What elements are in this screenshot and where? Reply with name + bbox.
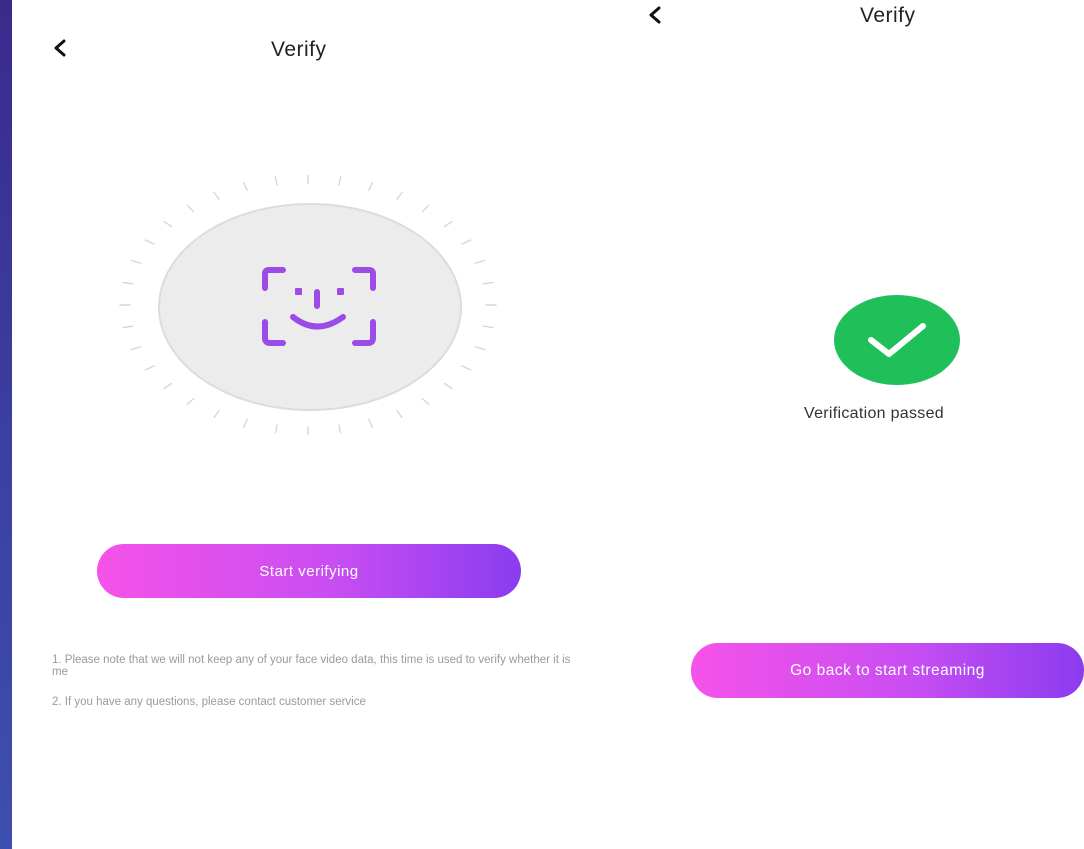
back-button[interactable] [640,0,670,30]
scan-ray [474,345,486,351]
scan-ray [213,191,220,200]
scan-ray [163,382,173,390]
scan-ray [144,365,155,371]
start-verifying-button[interactable]: Start verifying [97,544,521,598]
scan-ray [396,191,403,200]
scan-ray [144,239,155,245]
page-title: Verify [271,38,327,61]
scan-ray [482,281,494,285]
success-badge [834,295,960,385]
chevron-left-icon [54,39,66,57]
scan-ray [242,182,248,192]
scan-ray [163,220,173,228]
face-scan-icon [262,267,376,346]
scan-ray [122,325,134,329]
scan-ray [274,424,278,434]
scan-ray [368,418,373,428]
scan-ray [242,418,248,428]
scan-ray [338,176,342,186]
scan-ray [421,397,430,406]
scan-ray [186,397,195,406]
scan-ray [443,382,453,390]
scan-ray [482,325,494,329]
scan-ray [130,345,142,351]
scan-ray [461,365,472,371]
scan-ray [421,204,430,213]
checkmark-icon [868,323,926,357]
background-edge-strip [0,0,12,849]
scan-ray [461,239,472,245]
scan-ray [122,281,134,285]
scan-ray [338,424,342,434]
chevron-left-icon [649,6,661,24]
back-button[interactable] [45,33,75,63]
verify-screen: Verify Start verifying 1. Please note th… [12,0,620,849]
scan-ray [396,409,403,419]
scan-ray [213,409,220,419]
scan-ray [130,259,142,265]
verification-result-screen: Verify Verification passed Go back to st… [620,0,1084,849]
privacy-note: 1. Please note that we will not keep any… [52,654,571,678]
support-note: 2. If you have any questions, please con… [52,696,366,708]
scan-ray [368,182,373,192]
verification-status: Verification passed [804,405,945,422]
scan-ray [274,176,278,186]
page-title: Verify [860,4,916,27]
scan-ray [443,220,453,228]
scan-ray [186,204,195,213]
scan-ray [474,259,486,265]
go-back-streaming-button[interactable]: Go back to start streaming [691,643,1084,698]
